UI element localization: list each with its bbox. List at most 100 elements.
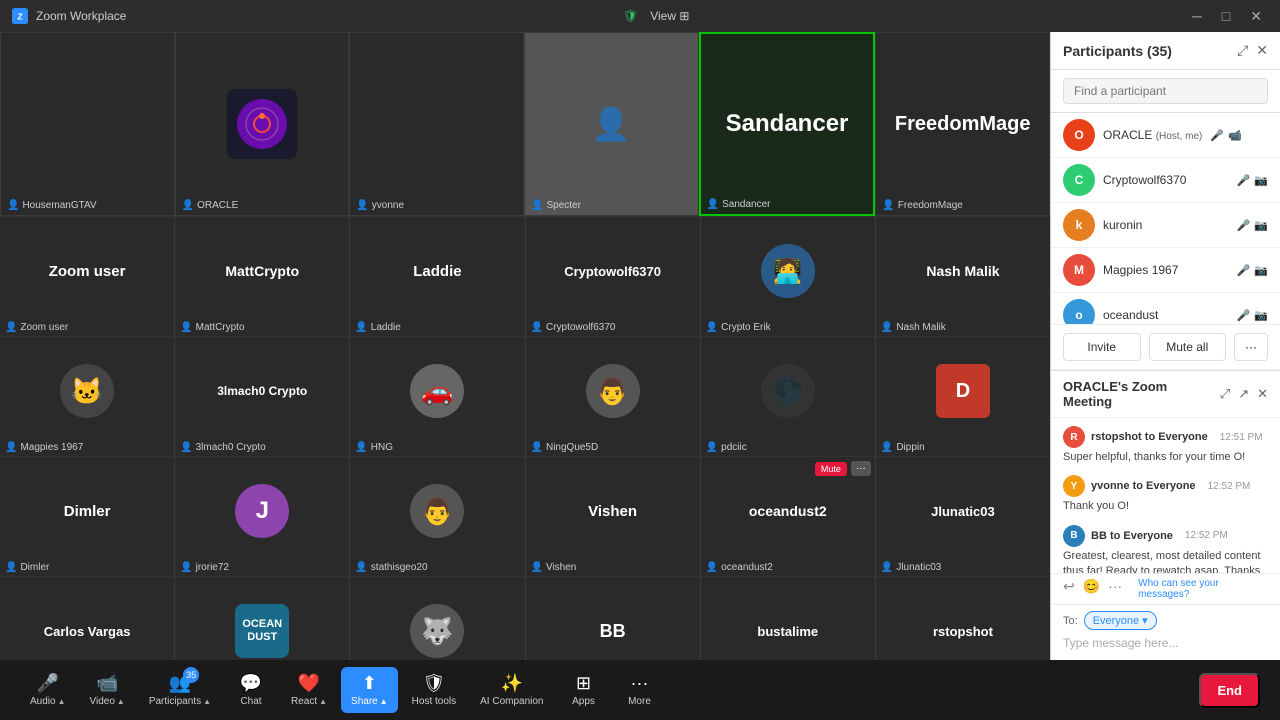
more-options-btn[interactable]: ··· bbox=[851, 461, 871, 476]
tile-nashmalik[interactable]: Nash Malik 👤Nash Malik bbox=[876, 217, 1050, 336]
sandancer-name: Sandancer bbox=[726, 110, 849, 138]
share-icon: ⬆ bbox=[362, 673, 377, 694]
tile-hng[interactable]: 🚗 👤HNG bbox=[350, 337, 525, 456]
mute-all-button[interactable]: Mute all bbox=[1149, 333, 1227, 361]
tile-cryptoerik[interactable]: 🧑‍💻 👤Crypto Erik bbox=[701, 217, 876, 336]
tile-mattcrypto[interactable]: MattCrypto 👤MattCrypto bbox=[175, 217, 350, 336]
more-options-button[interactable]: ··· bbox=[1234, 333, 1268, 361]
minimize-button[interactable]: ─ bbox=[1186, 6, 1208, 27]
participant-item-cryptowolf[interactable]: C Cryptowolf6370 🎤 📷 bbox=[1051, 158, 1280, 203]
tile-kuronin[interactable]: 🐺 👤kuronin bbox=[350, 577, 525, 660]
tile-stathis[interactable]: 👨 👤stathisgeo20 bbox=[350, 457, 525, 576]
chat-emoji-icon[interactable]: 😊 bbox=[1083, 578, 1100, 600]
jrorie-avatar: J bbox=[235, 484, 289, 538]
tile-freedommage[interactable]: FreedomMage 👤 FreedomMage bbox=[875, 32, 1050, 216]
magpies-p-name: Magpies 1967 bbox=[1103, 263, 1229, 277]
rstopshot-name: rstopshot bbox=[933, 624, 993, 639]
tile-bustalime[interactable]: bustalime 👤bustalime bbox=[701, 577, 876, 660]
tile-jrorie[interactable]: J 👤jrorie72 bbox=[175, 457, 350, 576]
oracle-p-icons: 🎤 📹 bbox=[1210, 129, 1241, 142]
view-label[interactable]: View ⊞ bbox=[650, 9, 689, 23]
tile-label-houseman: HousemanGTAV bbox=[22, 200, 96, 211]
tile-sandancer[interactable]: Sandancer 👤 Sandancer bbox=[699, 32, 876, 216]
audio-button[interactable]: 🎤 Audio ▲ bbox=[20, 667, 76, 713]
tile-specter[interactable]: 👤 👤 Specter bbox=[524, 32, 699, 216]
chat-input[interactable] bbox=[1063, 636, 1268, 650]
chat-button[interactable]: 💬 Chat bbox=[225, 667, 277, 713]
video-icon: 📹 bbox=[96, 673, 118, 694]
hosttools-button[interactable]: 🛡 Host tools bbox=[402, 667, 466, 713]
invite-button[interactable]: Invite bbox=[1063, 333, 1141, 361]
stathis-avatar: 👨 bbox=[410, 484, 464, 538]
tile-laddie[interactable]: Laddie 👤Laddie bbox=[350, 217, 525, 336]
cam2-muted-icon: 📷 bbox=[1254, 264, 1268, 277]
cryptowolf-p-name: Cryptowolf6370 bbox=[1103, 173, 1229, 187]
oracle-avatar bbox=[227, 89, 297, 159]
nashmalik-label: Nash Malik bbox=[896, 322, 945, 333]
more-icon: ··· bbox=[631, 673, 649, 694]
chat-toolbar-label: Chat bbox=[240, 696, 261, 707]
tile-carlosvargas[interactable]: Carlos Vargas 👤Carlos Vargas bbox=[0, 577, 175, 660]
close-participants-icon[interactable]: ✕ bbox=[1256, 42, 1268, 59]
end-button[interactable]: End bbox=[1199, 673, 1260, 708]
tile-dippin[interactable]: D 👤Dippin bbox=[876, 337, 1050, 456]
search-box bbox=[1051, 70, 1280, 113]
ai-companion-button[interactable]: ✨ AI Companion bbox=[470, 667, 553, 713]
video-button[interactable]: 📹 Video ▲ bbox=[80, 667, 135, 713]
participant-item-kuronin[interactable]: k kuronin 🎤 📷 bbox=[1051, 203, 1280, 248]
hosttools-label: Host tools bbox=[412, 696, 456, 707]
titlebar-controls: ─ □ ✕ bbox=[1186, 6, 1268, 27]
tile-label-oracle: ORACLE bbox=[197, 200, 238, 211]
chat-close-icon[interactable]: ✕ bbox=[1257, 386, 1268, 402]
share-button[interactable]: ⬆ Share ▲ bbox=[341, 667, 398, 713]
chat-reply-icon[interactable]: ↩ bbox=[1063, 578, 1075, 600]
search-input[interactable] bbox=[1063, 78, 1268, 104]
kuronin-p-avatar: k bbox=[1063, 209, 1095, 241]
tile-bb[interactable]: BB 👤BB bbox=[526, 577, 701, 660]
tile-zoomuser[interactable]: Zoom user 👤Zoom user bbox=[0, 217, 175, 336]
cam-off-icon: 📷 bbox=[1254, 219, 1268, 232]
tile-cryptowolf[interactable]: Cryptowolf6370 👤Cryptowolf6370 bbox=[526, 217, 701, 336]
kuronin-avatar: 🐺 bbox=[410, 604, 464, 658]
react-icon: ❤️ bbox=[298, 673, 320, 694]
tile-oceandust[interactable]: OCEANDUST 👤oceandust bbox=[175, 577, 350, 660]
tile-rstopshot[interactable]: rstopshot 👤rstopshot bbox=[876, 577, 1050, 660]
tile-jlunatic[interactable]: Jlunatic03 👤Jlunatic03 bbox=[876, 457, 1050, 576]
app-title: Zoom Workplace bbox=[36, 9, 126, 23]
maximize-button[interactable]: □ bbox=[1216, 6, 1236, 27]
tile-oceandust2[interactable]: oceandust2 Mute ··· 👤oceandust2 bbox=[701, 457, 876, 576]
hng-avatar: 🚗 bbox=[410, 364, 464, 418]
3lmach0-label: 3lmach0 Crypto bbox=[196, 442, 266, 453]
react-button[interactable]: ❤️ React ▲ bbox=[281, 667, 337, 713]
tile-vishen[interactable]: Vishen 👤Vishen bbox=[526, 457, 701, 576]
tile-dimler[interactable]: Dimler 👤Dimler bbox=[0, 457, 175, 576]
freedommage-name: FreedomMage bbox=[895, 113, 1031, 136]
tile-pdciic[interactable]: 🌑 👤pdciic bbox=[701, 337, 876, 456]
jlunatic-name: Jlunatic03 bbox=[931, 504, 995, 519]
chat-header: ORACLE's Zoom Meeting ⤢ ↗ ✕ bbox=[1051, 371, 1280, 418]
msg1-time: 12:51 PM bbox=[1220, 432, 1263, 443]
chat-everyone-button[interactable]: Everyone ▾ bbox=[1084, 611, 1157, 630]
tile-oracle[interactable]: 👤 ORACLE bbox=[175, 32, 350, 216]
participant-item-magpies[interactable]: M Magpies 1967 🎤 📷 bbox=[1051, 248, 1280, 293]
more-button[interactable]: ··· More bbox=[614, 667, 666, 713]
participant-item-oceandust[interactable]: o oceandust 🎤 📷 bbox=[1051, 293, 1280, 324]
tile-3lmach0[interactable]: 3lmach0 Crypto 👤3lmach0 Crypto bbox=[175, 337, 350, 456]
tile-magpies[interactable]: 🐱 👤Magpies 1967 bbox=[0, 337, 175, 456]
oceandust-p-avatar: o bbox=[1063, 299, 1095, 324]
msg2-time: 12:52 PM bbox=[1208, 481, 1251, 492]
expand-icon[interactable]: ⤢ bbox=[1237, 42, 1248, 59]
cam-icon: 📹 bbox=[1228, 129, 1242, 142]
tile-yvonne[interactable]: 👤 yvonne bbox=[349, 32, 524, 216]
chat-more-icon[interactable]: ··· bbox=[1108, 578, 1122, 600]
tile-housemangтav[interactable]: 👤 HousemanGTAV bbox=[0, 32, 175, 216]
participant-item-oracle[interactable]: O ORACLE (Host, me) 🎤 📹 bbox=[1051, 113, 1280, 158]
chat-popout-icon[interactable]: ↗ bbox=[1238, 386, 1249, 402]
chat-expand-icon[interactable]: ⤢ bbox=[1220, 386, 1230, 402]
close-button[interactable]: ✕ bbox=[1244, 6, 1268, 27]
apps-button[interactable]: ⊞ Apps bbox=[558, 667, 610, 713]
chat-header-icons: ⤢ ↗ ✕ bbox=[1220, 386, 1268, 402]
tile-ningque[interactable]: 👨 👤NingQue5D bbox=[526, 337, 701, 456]
chat-message-1: R rstopshot to Everyone 12:51 PM Super h… bbox=[1063, 426, 1268, 465]
participants-button[interactable]: 👥 35 Participants ▲ bbox=[139, 667, 221, 713]
